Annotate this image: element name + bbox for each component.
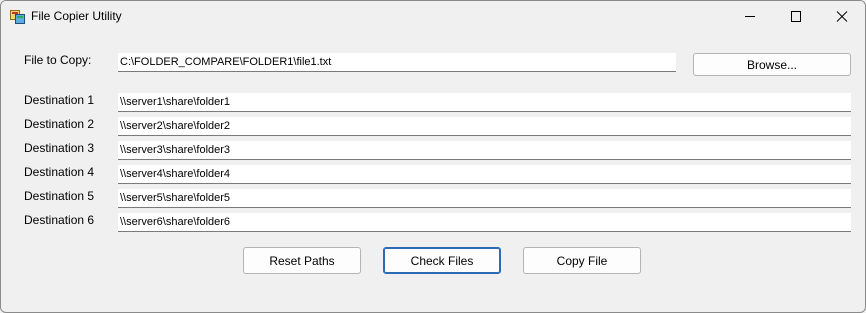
destination-6-label: Destination 6: [24, 213, 95, 227]
browse-button[interactable]: Browse...: [693, 53, 851, 76]
maximize-button[interactable]: [773, 1, 819, 32]
destination-2-input[interactable]: [118, 117, 851, 136]
destination-1-input[interactable]: [118, 93, 851, 112]
check-files-button[interactable]: Check Files: [383, 247, 501, 274]
close-icon: [836, 11, 848, 22]
destination-6-input[interactable]: [118, 213, 851, 232]
destination-5-input[interactable]: [118, 189, 851, 208]
destination-4-input[interactable]: [118, 165, 851, 184]
file-to-copy-label: File to Copy:: [24, 53, 92, 67]
file-to-copy-input[interactable]: [118, 53, 676, 72]
destination-4-label: Destination 4: [24, 165, 95, 179]
reset-paths-button[interactable]: Reset Paths: [243, 247, 361, 274]
destination-3-label: Destination 3: [24, 141, 95, 155]
destination-1-label: Destination 1: [24, 93, 95, 107]
minimize-icon: [745, 16, 755, 17]
copy-file-button[interactable]: Copy File: [523, 247, 641, 274]
destination-3-input[interactable]: [118, 141, 851, 160]
minimize-button[interactable]: [727, 1, 773, 32]
app-icon: [10, 9, 25, 24]
close-button[interactable]: [819, 1, 865, 32]
destination-2-label: Destination 2: [24, 117, 95, 131]
window-title: File Copier Utility: [31, 9, 122, 23]
destination-5-label: Destination 5: [24, 189, 95, 203]
maximize-icon: [791, 11, 801, 22]
app-window: File Copier Utility File to Copy: Browse…: [0, 0, 866, 313]
title-bar[interactable]: File Copier Utility: [1, 1, 865, 32]
